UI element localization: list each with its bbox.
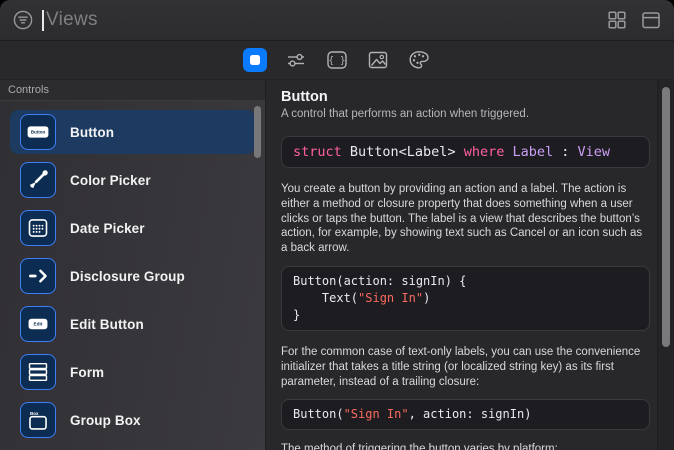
list-item-label: Edit Button xyxy=(70,316,144,332)
example-code-block: Button(action: signIn) { Text("Sign In")… xyxy=(281,265,650,331)
list-item-label: Date Picker xyxy=(70,220,145,236)
photo-icon xyxy=(368,51,388,69)
documentation-panel: Button A control that performs an action… xyxy=(266,80,674,450)
library-tabs: { } xyxy=(0,40,674,80)
views-tab-icon xyxy=(250,55,260,65)
tab-color[interactable] xyxy=(407,48,431,72)
search-placeholder: Views xyxy=(46,9,98,30)
example-code-block: Button("Sign In", action: signIn) xyxy=(281,399,650,431)
sidebar-scrollbar-thumb[interactable] xyxy=(254,106,261,158)
sidebar-section-header: Controls xyxy=(0,80,265,101)
declaration-code-block: struct Button<Label> where Label : View xyxy=(281,136,650,168)
tab-snippets[interactable]: { } xyxy=(325,48,349,72)
calendar-icon xyxy=(20,210,56,246)
button-control-icon: Button xyxy=(20,114,56,150)
controls-sidebar: Controls Button Button Color Picker Date… xyxy=(0,80,266,450)
list-item-color-picker[interactable]: Color Picker xyxy=(10,158,255,202)
list-item-label: Group Box xyxy=(70,412,141,428)
titlebar: Views xyxy=(0,0,674,40)
list-item-label: Form xyxy=(70,364,105,380)
edit-button-icon: Edit xyxy=(20,306,56,342)
doc-paragraph: For the common case of text-only labels,… xyxy=(281,345,641,388)
eyedropper-icon xyxy=(20,162,56,198)
doc-paragraph: You create a button by providing an acti… xyxy=(281,183,643,255)
svg-text:{ }: { } xyxy=(328,56,345,67)
filter-icon xyxy=(13,10,33,30)
detail-scrollbar-thumb[interactable] xyxy=(662,87,670,347)
list-item-disclosure-group[interactable]: Disclosure Group xyxy=(10,254,255,298)
list-item-group-box[interactable]: Box Group Box xyxy=(10,398,255,442)
doc-paragraph: The method of triggering the button vari… xyxy=(281,443,558,450)
list-item-date-picker[interactable]: Date Picker xyxy=(10,206,255,250)
library-window: Views {} Controls Button Button Color P… xyxy=(0,0,674,450)
code-braces-icon: { } xyxy=(327,51,347,69)
tab-media[interactable] xyxy=(366,48,390,72)
list-item-edit-button[interactable]: Edit Edit Button xyxy=(10,302,255,346)
list-item-form[interactable]: Form xyxy=(10,350,255,394)
disclosure-chevron-icon xyxy=(20,258,56,294)
doc-subtitle: A control that performs an action when t… xyxy=(281,108,530,120)
svg-text:Button: Button xyxy=(31,130,46,135)
tab-modifiers[interactable] xyxy=(284,48,308,72)
form-rows-icon xyxy=(20,354,56,390)
list-item-button[interactable]: Button Button xyxy=(10,110,255,154)
list-item-label: Color Picker xyxy=(70,172,151,188)
svg-text:Edit: Edit xyxy=(34,322,43,328)
controls-list: Button Button Color Picker Date Picker D… xyxy=(0,101,265,446)
palette-icon xyxy=(409,51,429,69)
modifiers-sliders-icon xyxy=(288,53,304,67)
library-search-input[interactable]: Views xyxy=(42,5,606,35)
grid-view-icon[interactable] xyxy=(606,9,628,31)
list-item-label: Disclosure Group xyxy=(70,268,185,284)
svg-text:Box: Box xyxy=(30,411,39,416)
list-item-label: Button xyxy=(70,124,115,140)
tab-views[interactable] xyxy=(243,48,267,72)
group-box-icon: Box xyxy=(20,402,56,438)
detail-view-icon[interactable] xyxy=(640,9,662,31)
detail-scrollbar-track[interactable] xyxy=(657,80,674,450)
text-caret xyxy=(42,9,44,31)
doc-title: Button xyxy=(281,89,328,105)
